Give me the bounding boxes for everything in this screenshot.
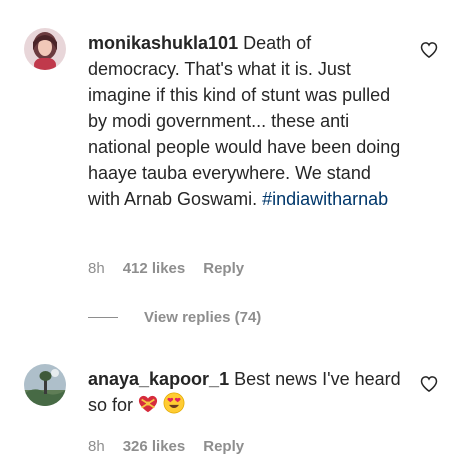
heart-with-ribbon-icon bbox=[138, 395, 158, 413]
heart-eyes-icon bbox=[163, 392, 185, 414]
avatar[interactable] bbox=[24, 364, 66, 406]
view-replies-button[interactable]: View replies (74) bbox=[88, 309, 261, 326]
user-avatar-icon bbox=[24, 364, 66, 406]
comment-meta: 8h 412 likes Reply bbox=[88, 260, 244, 277]
comment-text: Death of democracy. That's what it is. J… bbox=[88, 33, 401, 209]
comment-meta: 8h 326 likes Reply bbox=[88, 438, 244, 455]
likes-count[interactable]: 412 likes bbox=[123, 260, 186, 277]
avatar[interactable] bbox=[24, 28, 66, 70]
comment-username[interactable]: monikashukla101 bbox=[88, 33, 238, 53]
replies-divider bbox=[88, 317, 118, 318]
comment-username[interactable]: anaya_kapoor_1 bbox=[88, 369, 229, 389]
comment-time[interactable]: 8h bbox=[88, 260, 105, 277]
hashtag-link[interactable]: #indiawitharnab bbox=[262, 189, 388, 209]
comment-body: monikashukla101 Death of democracy. That… bbox=[88, 30, 406, 212]
comment-body: anaya_kapoor_1 Best news I've heard so f… bbox=[88, 366, 406, 418]
view-replies-label[interactable]: View replies (74) bbox=[144, 309, 261, 326]
reply-button[interactable]: Reply bbox=[203, 260, 244, 277]
heart-outline-icon[interactable] bbox=[419, 40, 439, 60]
user-avatar-icon bbox=[24, 28, 66, 70]
heart-outline-icon[interactable] bbox=[419, 374, 439, 394]
likes-count[interactable]: 326 likes bbox=[123, 438, 186, 455]
reply-button[interactable]: Reply bbox=[203, 438, 244, 455]
comment-time[interactable]: 8h bbox=[88, 438, 105, 455]
